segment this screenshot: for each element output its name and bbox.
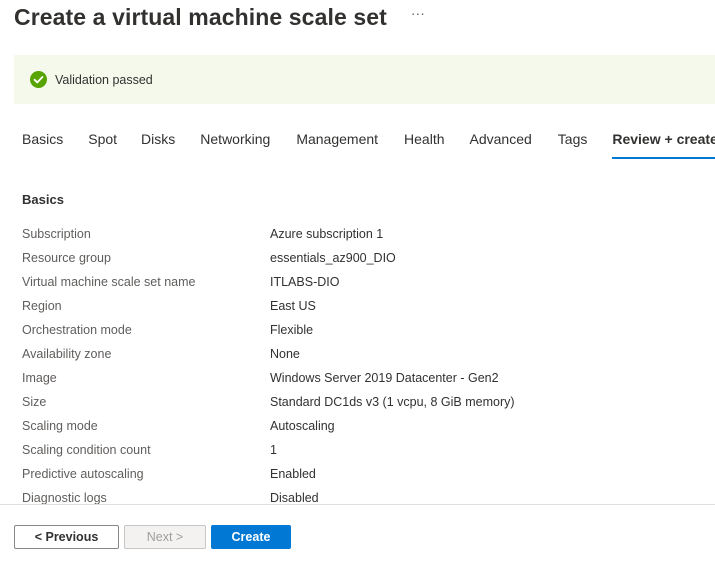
row-value: Enabled: [270, 467, 316, 481]
row-label: Resource group: [22, 251, 111, 265]
tab-disks[interactable]: Disks: [141, 131, 175, 157]
validation-message: Validation passed: [55, 72, 153, 87]
row-label: Size: [22, 395, 47, 409]
title-row: Create a virtual machine scale set ···: [14, 0, 425, 34]
summary-row: Resource group essentials_az900_DIO: [22, 246, 712, 270]
row-value: Standard DC1ds v3 (1 vcpu, 8 GiB memory): [270, 395, 515, 409]
summary-row: Orchestration mode Flexible: [22, 318, 712, 342]
row-label: Availability zone: [22, 347, 112, 361]
row-label: Subscription: [22, 227, 91, 241]
check-circle-icon: [30, 71, 47, 88]
tab-health[interactable]: Health: [404, 131, 444, 157]
row-value: Disabled: [270, 491, 319, 505]
next-button[interactable]: Next >: [124, 525, 206, 549]
row-label: Image: [22, 371, 57, 385]
row-value: Windows Server 2019 Datacenter - Gen2: [270, 371, 499, 385]
validation-banner: Validation passed: [14, 55, 715, 104]
tab-basics[interactable]: Basics: [22, 131, 63, 157]
page-title: Create a virtual machine scale set: [14, 3, 387, 30]
summary-row: Size Standard DC1ds v3 (1 vcpu, 8 GiB me…: [22, 390, 712, 414]
row-label: Scaling mode: [22, 419, 98, 433]
row-value: None: [270, 347, 300, 361]
summary-row: Image Windows Server 2019 Datacenter - G…: [22, 366, 712, 390]
tab-spot[interactable]: Spot: [88, 131, 117, 157]
summary-row: Region East US: [22, 294, 712, 318]
tab-review-create[interactable]: Review + create: [612, 131, 715, 159]
tab-tags[interactable]: Tags: [558, 131, 588, 157]
section-title: Basics: [22, 192, 64, 207]
summary-row: Predictive autoscaling Enabled: [22, 462, 712, 486]
row-value: ITLABS-DIO: [270, 275, 340, 289]
row-value: essentials_az900_DIO: [270, 251, 396, 265]
summary-row: Availability zone None: [22, 342, 712, 366]
row-value: Autoscaling: [270, 419, 335, 433]
create-button[interactable]: Create: [211, 525, 291, 549]
row-label: Scaling condition count: [22, 443, 151, 457]
previous-button[interactable]: < Previous: [14, 525, 119, 549]
row-label: Region: [22, 299, 62, 313]
more-options-icon[interactable]: ···: [411, 5, 425, 21]
row-label: Orchestration mode: [22, 323, 132, 337]
summary-row: Scaling mode Autoscaling: [22, 414, 712, 438]
row-value: East US: [270, 299, 316, 313]
row-label: Diagnostic logs: [22, 491, 107, 505]
row-label: Predictive autoscaling: [22, 467, 144, 481]
tab-networking[interactable]: Networking: [200, 131, 270, 157]
row-value: Azure subscription 1: [270, 227, 384, 241]
wizard-tabs: Basics Spot Disks Networking Management …: [22, 131, 715, 161]
summary-list: Subscription Azure subscription 1 Resour…: [22, 222, 712, 510]
summary-row: Diagnostic logs Disabled: [22, 486, 712, 510]
summary-row: Subscription Azure subscription 1: [22, 222, 712, 246]
row-value: Flexible: [270, 323, 314, 337]
summary-row: Virtual machine scale set name ITLABS-DI…: [22, 270, 712, 294]
summary-row: Scaling condition count 1: [22, 438, 712, 462]
tab-management[interactable]: Management: [296, 131, 378, 157]
row-label: Virtual machine scale set name: [22, 275, 196, 289]
tab-advanced[interactable]: Advanced: [470, 131, 532, 157]
footer-divider: [0, 504, 715, 505]
row-value: 1: [270, 443, 277, 457]
